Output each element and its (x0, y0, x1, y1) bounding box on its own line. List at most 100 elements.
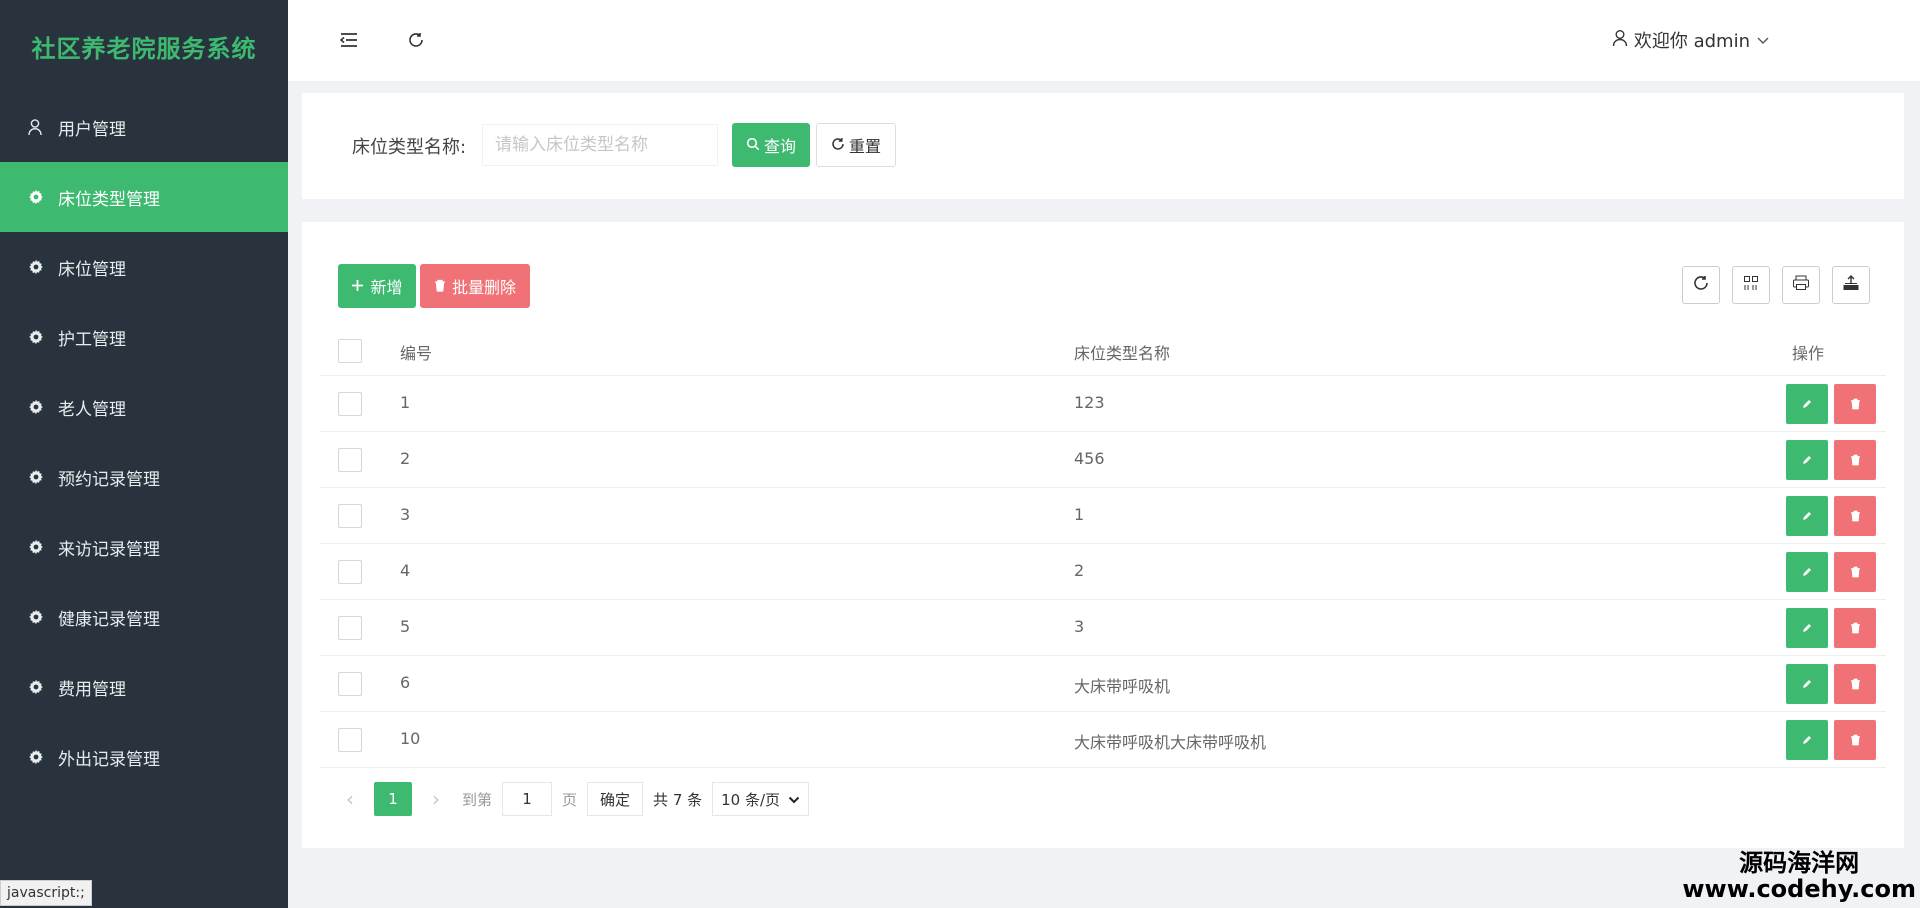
row-checkbox[interactable] (338, 728, 362, 752)
row-checkbox[interactable] (338, 448, 362, 472)
status-bar: javascript:; (0, 880, 92, 906)
pencil-icon (1801, 563, 1813, 582)
trash-icon (1850, 563, 1861, 582)
delete-button[interactable] (1834, 720, 1876, 760)
export-button[interactable] (1832, 266, 1870, 304)
refresh-icon (1692, 274, 1710, 296)
trash-icon (1850, 731, 1861, 750)
reset-button-label: 重置 (848, 137, 881, 156)
row-name: 456 (1074, 449, 1105, 468)
delete-button[interactable] (1834, 496, 1876, 536)
row-checkbox[interactable] (338, 392, 362, 416)
row-name: 大床带呼吸机大床带呼吸机 (1074, 733, 1267, 752)
search-panel: 床位类型名称: 查询 重置 (302, 93, 1904, 199)
row-actions (1786, 608, 1876, 648)
edit-button[interactable] (1786, 384, 1828, 424)
row-name: 大床带呼吸机 (1074, 677, 1171, 696)
table-row: 1 123 (320, 376, 1886, 432)
pagination: ‹ 1 › 到第 页 确定 共 7 条 10 条/页 (338, 782, 810, 816)
table-refresh-button[interactable] (1682, 266, 1720, 304)
current-page[interactable]: 1 (374, 782, 412, 816)
refresh-icon[interactable] (402, 26, 430, 54)
batch-delete-button[interactable]: 批量删除 (420, 264, 530, 308)
select-all-checkbox[interactable] (338, 339, 362, 363)
edit-button[interactable] (1786, 440, 1828, 480)
sidebar-item-label: 预约记录管理 (58, 469, 160, 490)
query-button[interactable]: 查询 (732, 123, 810, 167)
app-title: 社区养老院服务系统 (31, 34, 257, 63)
header-name: 床位类型名称 (1074, 344, 1171, 363)
page-input[interactable] (502, 782, 553, 816)
edit-button[interactable] (1786, 608, 1828, 648)
sidebar-item[interactable]: 用户管理 (0, 92, 288, 162)
trash-icon (1850, 619, 1861, 638)
watermark-line2: www.codehy.com (1682, 875, 1916, 904)
sidebar-item[interactable]: 费用管理 (0, 652, 288, 722)
gear-icon (26, 187, 46, 207)
delete-button[interactable] (1834, 552, 1876, 592)
edit-button[interactable] (1786, 664, 1828, 704)
sidebar-item[interactable]: 来访记录管理 (0, 512, 288, 582)
user-menu[interactable]: 欢迎你 admin (1612, 27, 1770, 53)
confirm-button[interactable]: 确定 (587, 782, 644, 816)
user-icon (26, 117, 46, 137)
row-id: 1 (400, 393, 411, 412)
table-row: 42 (320, 544, 1886, 600)
row-id: 4 (400, 561, 411, 580)
gear-icon (26, 677, 46, 697)
pencil-icon (1801, 619, 1813, 638)
row-id: 3 (400, 505, 411, 524)
row-id: 2 (400, 449, 411, 468)
gear-icon (26, 327, 46, 347)
sidebar: 社区养老院服务系统 用户管理床位类型管理 床位管理 护工管理 老人管理预约记录管理 来访… (0, 0, 288, 908)
sidebar-item-label: 用户管理 (58, 119, 126, 140)
watermark: 源码海洋网 www.codehy.com (1682, 850, 1916, 903)
table-row: 2 456 (320, 432, 1886, 488)
edit-button[interactable] (1786, 720, 1828, 760)
delete-button[interactable] (1834, 384, 1876, 424)
pencil-icon (1801, 731, 1813, 750)
menu-toggle-icon[interactable] (335, 26, 363, 54)
add-button[interactable]: 新增 (338, 264, 416, 308)
sidebar-item-label: 健康记录管理 (58, 609, 160, 630)
chevron-down-icon (788, 790, 800, 808)
next-page-icon[interactable]: › (424, 787, 448, 811)
sidebar-item-label: 外出记录管理 (58, 749, 160, 770)
sidebar-item[interactable]: 健康记录管理 (0, 582, 288, 652)
prev-page-icon[interactable]: ‹ (338, 787, 362, 811)
sidebar-item[interactable]: 床位管理 (0, 232, 288, 302)
sidebar-item-label: 来访记录管理 (58, 539, 160, 560)
search-input[interactable] (482, 124, 718, 166)
row-checkbox[interactable] (338, 504, 362, 528)
query-button-label: 查询 (763, 137, 796, 156)
total-count: 共 7 条 (653, 790, 703, 809)
delete-button[interactable] (1834, 608, 1876, 648)
sidebar-item[interactable]: 护工管理 (0, 302, 288, 372)
row-name: 2 (1074, 561, 1085, 580)
sidebar-item[interactable]: 床位类型管理 (0, 162, 288, 232)
row-checkbox[interactable] (338, 672, 362, 696)
row-name: 1 (1074, 505, 1085, 524)
delete-button[interactable] (1834, 440, 1876, 480)
delete-button[interactable] (1834, 664, 1876, 704)
top-header: 欢迎你 admin (288, 0, 1920, 82)
edit-button[interactable] (1786, 552, 1828, 592)
sidebar-item[interactable]: 老人管理 (0, 372, 288, 442)
columns-button[interactable] (1732, 266, 1770, 304)
row-checkbox[interactable] (338, 616, 362, 640)
sidebar-item[interactable]: 预约记录管理 (0, 442, 288, 512)
table-row: 31 (320, 488, 1886, 544)
trash-icon (434, 277, 446, 296)
reset-button[interactable]: 重置 (816, 123, 896, 167)
row-actions (1786, 552, 1876, 592)
edit-button[interactable] (1786, 496, 1828, 536)
plus-icon (351, 277, 364, 296)
row-name: 123 (1074, 393, 1105, 412)
row-checkbox[interactable] (338, 560, 362, 584)
sidebar-item[interactable]: 外出记录管理 (0, 722, 288, 792)
page-size-select[interactable]: 10 条/页 (712, 782, 810, 816)
trash-icon (1850, 451, 1861, 470)
table-panel: 新增 批量删除 编号 床位类型名称 操作 1 123 2 456 3 1 4 2 5 3 6 大床带呼… (302, 222, 1904, 848)
page-suffix: 页 (562, 790, 578, 809)
print-button[interactable] (1782, 266, 1820, 304)
